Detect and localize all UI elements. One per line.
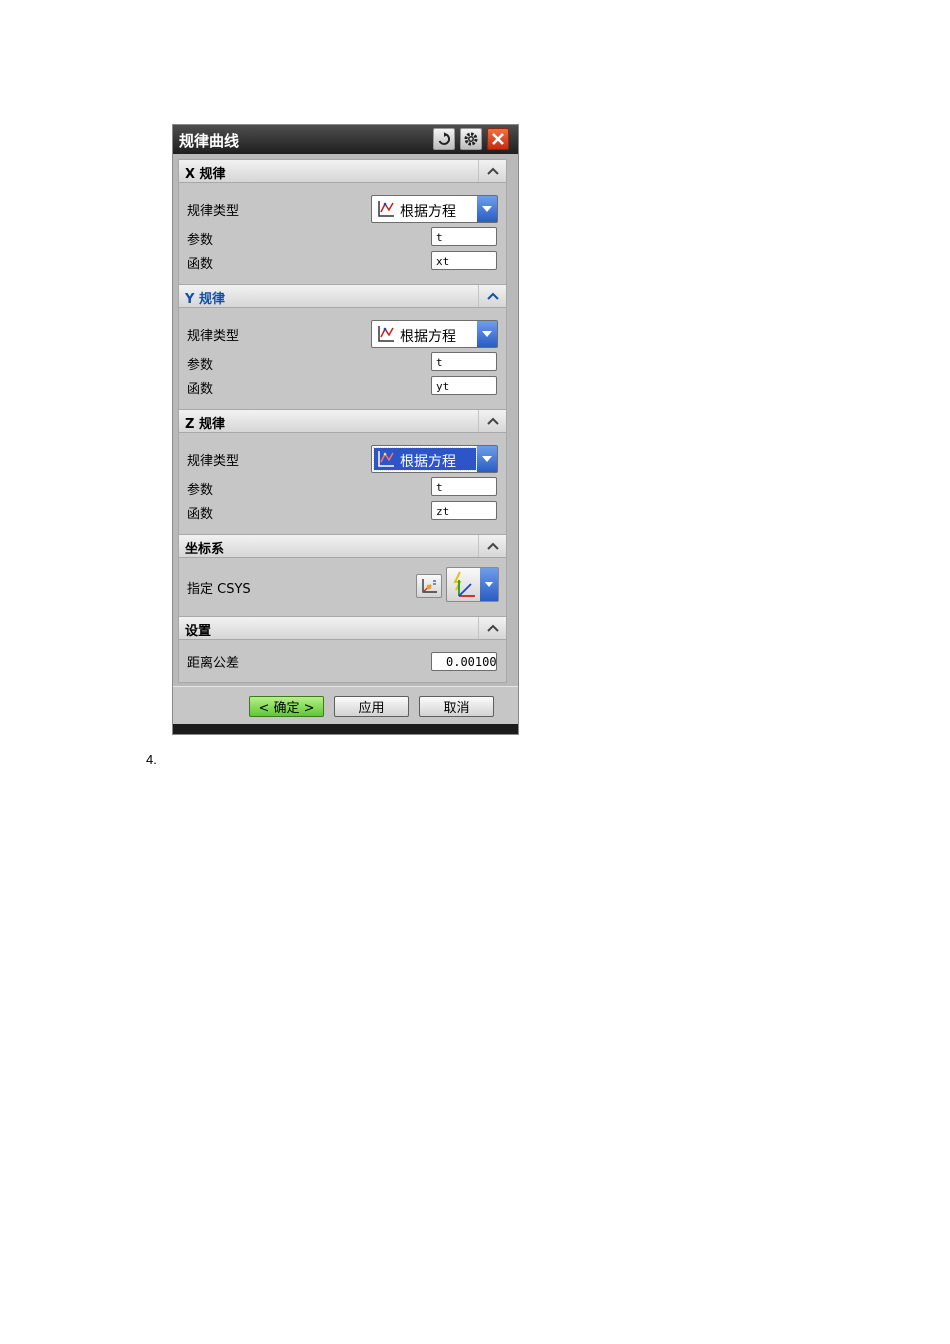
settings-section-body: 距离公差 0.00100 bbox=[178, 640, 507, 683]
x-param-input[interactable]: t bbox=[431, 227, 497, 246]
reset-icon[interactable] bbox=[433, 128, 455, 150]
chevron-up-icon[interactable] bbox=[478, 410, 506, 432]
x-law-section-header[interactable]: X 规律 bbox=[178, 159, 507, 183]
chevron-down-icon[interactable] bbox=[477, 446, 497, 472]
csys-dialog-icon bbox=[422, 579, 437, 593]
list-number: 4. bbox=[146, 752, 157, 767]
csys-section-title: 坐标系 bbox=[185, 542, 225, 557]
z-param-label: 参数 bbox=[187, 483, 214, 498]
x-law-type-dropdown[interactable]: 根据方程 bbox=[371, 195, 498, 223]
equation-law-icon bbox=[378, 201, 394, 217]
chevron-down-icon[interactable] bbox=[477, 196, 497, 222]
z-law-type-label: 规律类型 bbox=[187, 454, 240, 469]
x-func-input[interactable]: xt bbox=[431, 251, 497, 270]
dialog-bottom-border bbox=[173, 724, 518, 734]
z-law-type-dropdown[interactable]: 根据方程 bbox=[371, 445, 498, 473]
csys-section-body: 指定 CSYS bbox=[178, 558, 507, 616]
chevron-up-icon[interactable] bbox=[478, 285, 506, 307]
y-param-input[interactable]: t bbox=[431, 352, 497, 371]
y-law-type-dropdown[interactable]: 根据方程 bbox=[371, 320, 498, 348]
law-curve-dialog: 规律曲线 X 规律 规律类型 根据方程 参数 t 函数 xt Y 规律 规律类型… bbox=[172, 124, 519, 735]
y-func-label: 函数 bbox=[187, 382, 214, 397]
cancel-button[interactable]: 取消 bbox=[419, 696, 494, 717]
y-law-type-value: 根据方程 bbox=[400, 329, 456, 345]
y-law-section-header[interactable]: Y 规律 bbox=[178, 284, 507, 308]
y-law-section-title: Y 规律 bbox=[185, 292, 225, 307]
chevron-up-icon[interactable] bbox=[478, 535, 506, 557]
y-func-input[interactable]: yt bbox=[431, 376, 497, 395]
specify-csys-label: 指定 CSYS bbox=[187, 582, 251, 597]
z-law-section-title: Z 规律 bbox=[185, 417, 225, 432]
z-law-type-value: 根据方程 bbox=[400, 454, 456, 470]
csys-type-dropdown[interactable] bbox=[446, 567, 499, 602]
z-law-section-header[interactable]: Z 规律 bbox=[178, 409, 507, 433]
x-param-label: 参数 bbox=[187, 233, 214, 248]
equation-law-icon bbox=[378, 326, 394, 342]
x-law-type-label: 规律类型 bbox=[187, 204, 240, 219]
ok-button[interactable]: < 确定 > bbox=[249, 696, 324, 717]
dialog-footer: < 确定 > 应用 取消 bbox=[173, 686, 518, 725]
z-param-input[interactable]: t bbox=[431, 477, 497, 496]
chevron-down-icon[interactable] bbox=[477, 321, 497, 347]
apply-button[interactable]: 应用 bbox=[334, 696, 409, 717]
dialog-titlebar[interactable]: 规律曲线 bbox=[173, 125, 518, 154]
y-law-section-body: 规律类型 根据方程 参数 t 函数 yt bbox=[178, 308, 507, 409]
dialog-title: 规律曲线 bbox=[179, 132, 240, 150]
settings-section-header[interactable]: 设置 bbox=[178, 616, 507, 640]
chevron-up-icon[interactable] bbox=[478, 160, 506, 182]
csys-dialog-button[interactable] bbox=[416, 574, 442, 598]
chevron-down-icon[interactable] bbox=[480, 568, 498, 601]
y-param-label: 参数 bbox=[187, 358, 214, 373]
csys-section-header[interactable]: 坐标系 bbox=[178, 534, 507, 558]
gear-icon[interactable] bbox=[460, 128, 482, 150]
z-func-input[interactable]: zt bbox=[431, 501, 497, 520]
equation-law-icon bbox=[378, 451, 394, 467]
x-func-label: 函数 bbox=[187, 257, 214, 272]
x-law-type-value: 根据方程 bbox=[400, 204, 456, 220]
close-icon[interactable] bbox=[487, 128, 509, 150]
distance-tolerance-label: 距离公差 bbox=[187, 656, 240, 671]
x-law-section-body: 规律类型 根据方程 参数 t 函数 xt bbox=[178, 183, 507, 284]
z-func-label: 函数 bbox=[187, 507, 214, 522]
chevron-up-icon[interactable] bbox=[478, 617, 506, 639]
settings-section-title: 设置 bbox=[185, 624, 212, 639]
distance-tolerance-input[interactable]: 0.00100 bbox=[431, 652, 497, 671]
y-law-type-label: 规律类型 bbox=[187, 329, 240, 344]
dynamic-csys-icon bbox=[453, 571, 475, 597]
z-law-section-body: 规律类型 根据方程 参数 t 函数 zt bbox=[178, 433, 507, 534]
x-law-section-title: X 规律 bbox=[185, 167, 226, 182]
